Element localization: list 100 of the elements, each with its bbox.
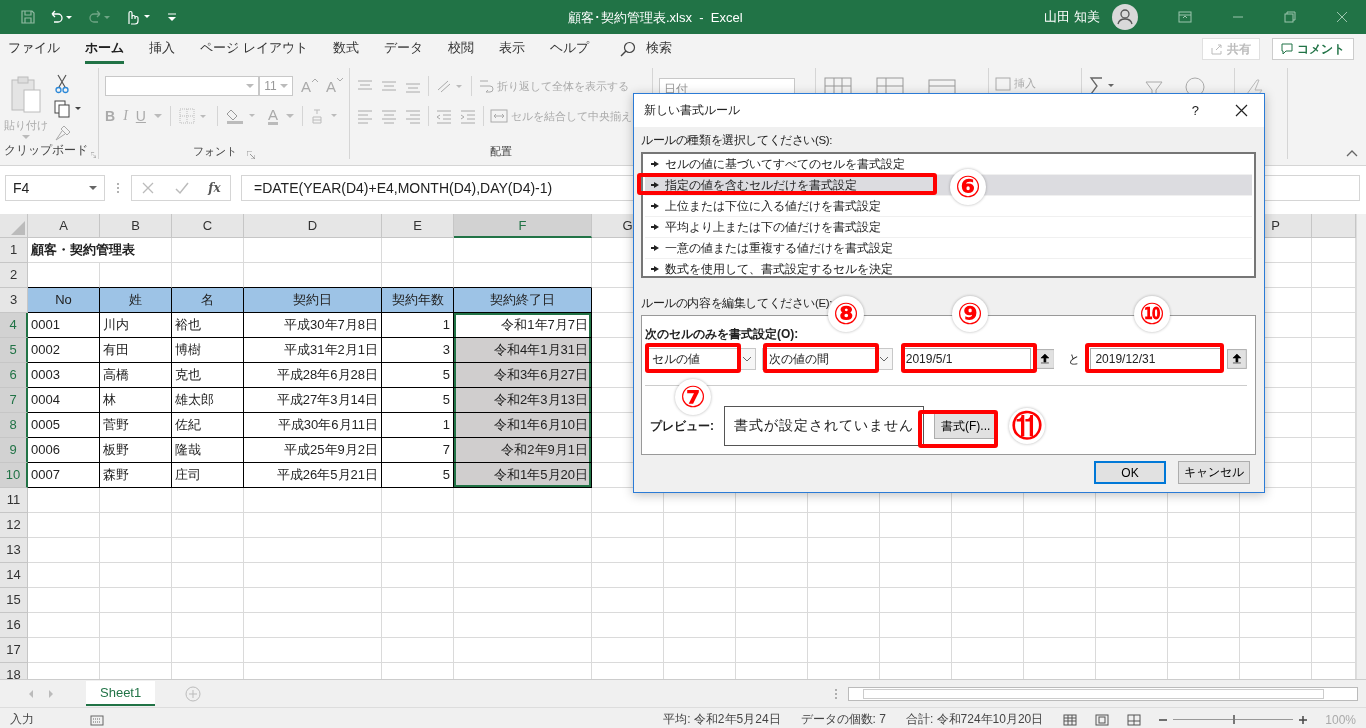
ribbon-tab[interactable]: ページ レイアウト	[200, 34, 308, 64]
grid-cell	[1240, 563, 1312, 588]
avatar-icon[interactable]	[1112, 4, 1138, 30]
redo-icon[interactable]	[86, 9, 112, 25]
table-cell: 庄司	[172, 463, 244, 488]
collapse-dialog-icon[interactable]	[1034, 349, 1055, 369]
orientation-icon[interactable]	[435, 78, 465, 94]
align-left-icon[interactable]	[356, 108, 374, 124]
row-header[interactable]: 2	[0, 263, 28, 288]
insert-function-button[interactable]: fx	[208, 181, 221, 195]
sheet-tab[interactable]: Sheet1	[86, 681, 156, 706]
comment-button[interactable]: コメント	[1272, 38, 1354, 60]
cancel-button[interactable]: キャンセル	[1178, 461, 1250, 484]
row-header[interactable]: 12	[0, 513, 28, 538]
row-header[interactable]: 11	[0, 488, 28, 513]
row-header[interactable]: 14	[0, 563, 28, 588]
table-icon	[995, 76, 1011, 91]
sheet-title: 顧客・契約管理表	[28, 238, 172, 263]
borders-icon[interactable]	[178, 108, 209, 124]
row-header[interactable]: 8	[0, 413, 28, 438]
format-painter-icon[interactable]	[54, 124, 72, 142]
grid-cell	[1024, 613, 1096, 638]
ribbon-tab[interactable]: ヘルプ	[549, 34, 589, 64]
row-header[interactable]: 16	[0, 613, 28, 638]
enter-icon[interactable]	[173, 181, 190, 195]
row-header[interactable]: 13	[0, 538, 28, 563]
increase-indent-icon[interactable]	[459, 108, 477, 124]
ribbon-tab[interactable]: 校閲	[447, 34, 474, 64]
vertical-scrollbar[interactable]	[1356, 214, 1366, 679]
close-icon[interactable]	[1235, 104, 1248, 117]
align-center-icon[interactable]	[380, 108, 398, 124]
collapse-ribbon-icon[interactable]	[1346, 149, 1358, 157]
slider-thumb[interactable]	[1233, 715, 1236, 724]
collapse-dialog-icon[interactable]	[1227, 349, 1247, 369]
row-header[interactable]: 10	[0, 463, 28, 488]
cancel-icon[interactable]	[141, 181, 156, 195]
grid-cell	[880, 538, 952, 563]
row-header[interactable]: 3	[0, 288, 28, 313]
row-header[interactable]: 5	[0, 338, 28, 363]
ribbon-tab[interactable]: データ	[383, 34, 423, 64]
rule-type-item[interactable]: 平均より上または下の値だけを書式設定	[645, 217, 1252, 238]
scroll-thumb[interactable]	[863, 688, 1324, 699]
zoom-in-icon[interactable]	[1299, 715, 1308, 724]
caret-icon[interactable]	[153, 113, 162, 119]
search-label[interactable]: 検索	[645, 34, 672, 64]
ribbon-tab[interactable]: 表示	[498, 34, 525, 64]
dialog-launcher-icon[interactable]	[247, 151, 255, 159]
row-header[interactable]: 9	[0, 438, 28, 463]
row-header[interactable]: 7	[0, 388, 28, 413]
row-header[interactable]: 17	[0, 638, 28, 663]
rule-type-item[interactable]: 数式を使用して、書式設定するセルを決定	[645, 259, 1252, 280]
grid-cell	[172, 563, 244, 588]
row-header[interactable]: 18	[0, 663, 28, 679]
row-header[interactable]: 6	[0, 363, 28, 388]
macro-record-icon[interactable]	[90, 713, 104, 726]
arrow-icon	[651, 266, 659, 272]
column-header[interactable]: D	[244, 214, 382, 238]
grid-cell	[736, 638, 808, 663]
horizontal-scrollbar[interactable]	[848, 686, 1358, 701]
decrease-indent-icon[interactable]	[435, 108, 453, 124]
help-button[interactable]: ?	[1191, 103, 1199, 118]
add-sheet-icon[interactable]	[185, 685, 202, 702]
ribbon-tab[interactable]: 挿入	[149, 34, 175, 64]
copy-icon[interactable]	[54, 100, 82, 118]
font-name-combo[interactable]	[105, 76, 260, 96]
align-right-icon[interactable]	[404, 108, 422, 124]
next-sheet-icon[interactable]	[46, 688, 56, 699]
search-icon[interactable]	[619, 41, 636, 57]
row-header[interactable]: 15	[0, 588, 28, 613]
column-header[interactable]: E	[382, 214, 454, 238]
save-icon[interactable]	[20, 9, 36, 25]
grid-cell	[100, 513, 172, 538]
grid-cell	[1240, 638, 1312, 663]
page-layout-icon[interactable]	[1095, 713, 1110, 726]
operator-dropdown[interactable]: 次の値の間	[761, 348, 893, 370]
page-break-icon[interactable]	[1127, 713, 1142, 726]
column-heading: 契約年数	[382, 288, 454, 313]
column-header[interactable]: A	[28, 214, 100, 238]
ribbon-display-options-icon[interactable]	[1178, 11, 1192, 23]
rule-type-item[interactable]: 一意の値または重複する値だけを書式設定	[645, 238, 1252, 259]
ok-button[interactable]: OK	[1094, 461, 1166, 484]
row-header[interactable]: 4	[0, 313, 28, 338]
column-header[interactable]: B	[100, 214, 172, 238]
dialog-launcher-icon[interactable]	[91, 151, 96, 159]
name-box[interactable]: F4	[5, 175, 105, 201]
row-header[interactable]: 1	[0, 238, 28, 263]
section-label: ルールの種類を選択してください(S):	[641, 133, 833, 147]
select-all-button[interactable]	[0, 214, 28, 238]
column-header[interactable]: C	[172, 214, 244, 238]
cut-icon[interactable]	[54, 74, 70, 94]
grid-cell	[952, 563, 1024, 588]
ribbon-tab[interactable]: 数式	[332, 34, 359, 64]
normal-view-icon[interactable]	[1063, 713, 1078, 726]
column-header[interactable]	[1312, 214, 1356, 238]
align-middle-icon[interactable]	[380, 78, 398, 94]
restore-icon[interactable]	[1284, 11, 1296, 23]
ribbon-tab[interactable]: ファイル	[8, 34, 60, 64]
column-header[interactable]: F	[454, 214, 592, 238]
grid-cell	[880, 588, 952, 613]
caret-icon[interactable]	[285, 113, 294, 119]
